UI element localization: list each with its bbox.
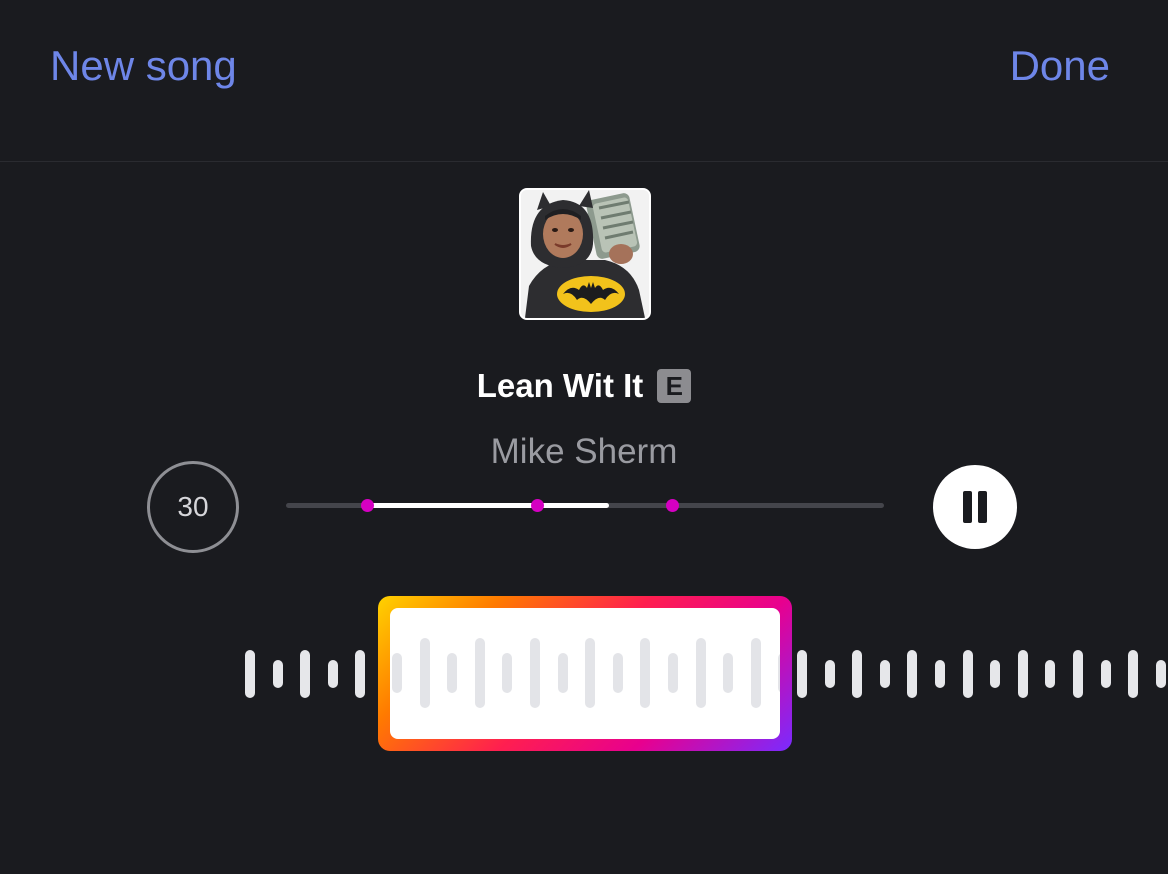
- pause-button[interactable]: [933, 465, 1017, 549]
- pause-icon: [963, 491, 972, 523]
- clip-duration-button[interactable]: 30: [147, 461, 239, 553]
- waveform-bar: [852, 650, 863, 698]
- waveform-bar-selected: [612, 653, 623, 693]
- pause-icon-bar: [978, 491, 987, 523]
- playback-progress-fill: [366, 503, 609, 508]
- waveform-bar: [907, 650, 918, 698]
- album-art-image: [521, 190, 649, 318]
- playback-progress-bar[interactable]: [286, 499, 884, 512]
- waveform-bar: [879, 660, 890, 688]
- waveform-bar-selected: [447, 653, 458, 693]
- song-title-row: Lean Wit It E: [0, 364, 1168, 408]
- waveform-bar: [327, 660, 338, 688]
- clip-selector-window: [390, 608, 780, 739]
- clip-marker: [665, 499, 679, 512]
- waveform-bar: [824, 660, 835, 688]
- waveform-bar: [300, 650, 311, 698]
- header-divider: [0, 161, 1168, 162]
- waveform-bar-selected: [695, 638, 706, 708]
- waveform-bar-selected: [778, 653, 780, 693]
- clip-selector-handle[interactable]: [378, 596, 792, 751]
- waveform-bar: [1073, 650, 1083, 698]
- album-art: [519, 188, 651, 320]
- waveform-bar: [1017, 650, 1028, 698]
- waveform-bar: [1128, 650, 1139, 698]
- explicit-badge: E: [657, 369, 692, 403]
- song-editor-screen: New song Done Lean Wit It E Mike Sherm 3…: [0, 0, 1168, 874]
- waveform-bar-selected: [750, 638, 761, 708]
- waveform-bar-selected: [585, 638, 596, 708]
- waveform-bar-selected: [474, 638, 485, 708]
- waveform-bar-selected: [392, 653, 402, 693]
- waveform-bar: [935, 660, 945, 688]
- batman-logo-shape: [557, 276, 625, 312]
- waveform-bar-selected: [557, 653, 568, 693]
- clip-marker: [531, 499, 545, 512]
- waveform-bar-selected: [530, 638, 540, 708]
- waveform-bar: [355, 650, 366, 698]
- new-song-button[interactable]: New song: [50, 40, 237, 92]
- waveform-bar-selected: [640, 638, 651, 708]
- waveform-bar-selected: [502, 653, 513, 693]
- waveform-bar: [962, 650, 973, 698]
- waveform-bar: [245, 650, 255, 698]
- waveform-bar: [1100, 660, 1111, 688]
- waveform-bar: [797, 650, 807, 698]
- waveform-bar: [1155, 660, 1166, 688]
- waveform-bar: [990, 660, 1001, 688]
- waveform-bar: [1045, 660, 1056, 688]
- waveform-bar-selected: [419, 638, 430, 708]
- song-title: Lean Wit It: [476, 367, 644, 404]
- waveform-bar: [272, 660, 283, 688]
- done-button[interactable]: Done: [1010, 40, 1110, 92]
- waveform-bar-selected: [668, 653, 678, 693]
- waveform-bar-selected: [723, 653, 734, 693]
- clip-marker: [360, 499, 374, 512]
